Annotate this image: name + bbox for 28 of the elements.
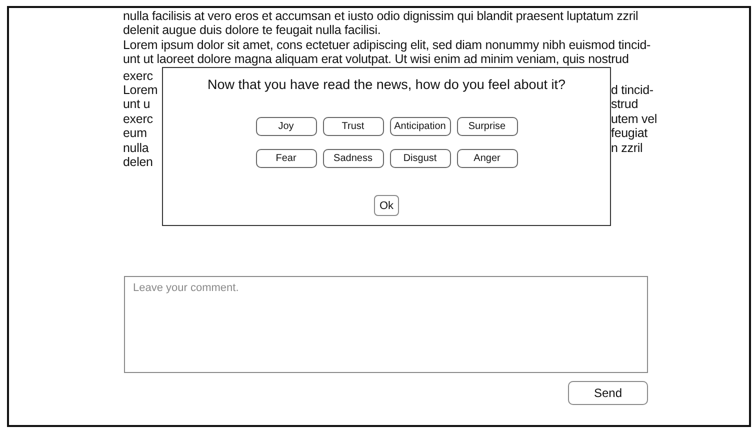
emotion-button[interactable]: Anticipation xyxy=(390,117,450,136)
article-text-line: nulla xyxy=(123,140,149,155)
article-text-line: strud xyxy=(611,97,638,112)
article-text-line: unt u xyxy=(123,97,150,112)
article-text-line: d tincid- xyxy=(611,82,654,97)
article-text-line: eum xyxy=(123,126,147,140)
ok-button[interactable]: Ok xyxy=(374,195,399,216)
comment-field[interactable]: Leave your comment. xyxy=(124,276,648,373)
emotion-button[interactable]: Trust xyxy=(322,117,384,136)
send-button[interactable]: Send xyxy=(568,381,648,405)
emotion-button[interactable]: Joy xyxy=(256,117,316,136)
article-text-line: unt ut laoreet dolore magna aliquam erat volutpat. Ut wisi enim ad minim veniam, quis nostrud xyxy=(123,52,629,67)
article-text-line: delenit augue duis dolore te feugait nulla facilisi. xyxy=(123,23,381,38)
emotion-button[interactable]: Anger xyxy=(456,149,518,168)
emotion-button[interactable]: Fear xyxy=(256,149,316,168)
article-text-line: Lorem xyxy=(123,82,158,97)
emotion-button[interactable]: Surprise xyxy=(456,117,518,136)
article-text-line: feugiat xyxy=(611,126,648,140)
article-text-line: Lorem ipsum dolor sit amet, cons ectetuer adipiscing elit, sed diam nonummy nibh euismod tincid- xyxy=(123,38,651,52)
dialog-question: Now that you have read the news, how do you feel about it? xyxy=(208,77,566,92)
article-text-line: exerc xyxy=(123,68,153,83)
emotion-button[interactable]: Sadness xyxy=(322,149,384,168)
article-text-line: exerc xyxy=(123,112,153,126)
article-text-line: n zzril xyxy=(611,140,643,155)
article-text-line: nulla facilisis at vero eros et accumsan et iusto odio dignissim qui blandit praesent luptatum zzril xyxy=(123,9,638,24)
article-text-line: delen xyxy=(123,154,153,169)
article-text-line: utem vel xyxy=(611,112,658,126)
emotion-button[interactable]: Disgust xyxy=(390,149,450,168)
